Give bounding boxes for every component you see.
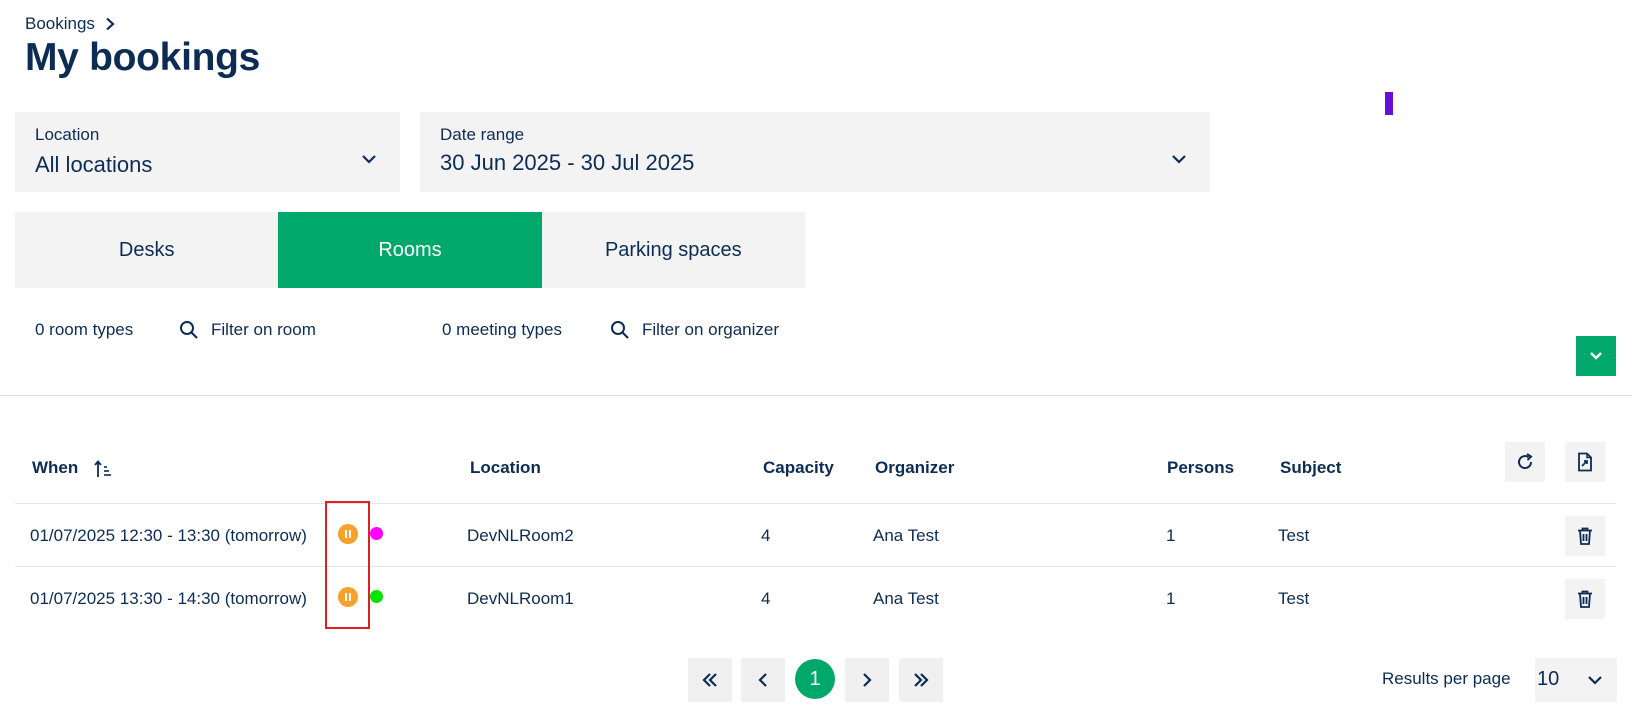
- double-chevron-right-icon: [914, 673, 929, 687]
- date-range-value: 30 Jun 2025 - 30 Jul 2025: [440, 150, 695, 175]
- collapse-filters-button[interactable]: [1576, 336, 1616, 376]
- cell-capacity: 4: [761, 526, 771, 545]
- status-dot: [370, 527, 383, 540]
- search-icon: [611, 321, 629, 339]
- double-chevron-left-icon: [702, 673, 717, 687]
- date-range-select[interactable]: Date range 30 Jun 2025 - 30 Jul 2025: [420, 112, 1210, 192]
- purple-marker: [1385, 92, 1393, 115]
- chevron-right-icon: [863, 673, 872, 687]
- filter-organizer-input[interactable]: Filter on organizer: [610, 320, 779, 340]
- page-title: My bookings: [25, 36, 261, 79]
- delete-booking-button[interactable]: [1565, 516, 1605, 556]
- search-icon: [180, 321, 198, 339]
- chevron-down-icon: [1590, 352, 1602, 360]
- cell-location: DevNLRoom2: [467, 526, 574, 545]
- date-range-label: Date range: [440, 125, 525, 144]
- cell-subject: Test: [1278, 589, 1310, 608]
- chevron-down-icon: [1172, 155, 1186, 164]
- breadcrumb-bookings[interactable]: Bookings: [25, 14, 95, 34]
- row-divider: [15, 503, 1616, 504]
- refresh-button[interactable]: [1505, 442, 1545, 482]
- page-1-button[interactable]: 1: [795, 659, 835, 699]
- delete-booking-button[interactable]: [1565, 579, 1605, 619]
- filter-room-placeholder: Filter on room: [211, 320, 316, 339]
- chevron-right-icon: [106, 17, 115, 31]
- cell-when: 01/07/2025 13:30 - 14:30 (tomorrow): [30, 589, 307, 608]
- column-header-persons[interactable]: Persons: [1167, 458, 1234, 478]
- tab-desks[interactable]: Desks: [15, 212, 278, 288]
- trash-icon: [1578, 527, 1592, 545]
- cell-persons: 1: [1166, 526, 1176, 545]
- breadcrumb[interactable]: Bookings: [25, 13, 117, 35]
- filter-room-input[interactable]: Filter on room: [179, 320, 316, 340]
- refresh-icon: [1518, 453, 1533, 470]
- chevron-down-icon: [362, 155, 376, 164]
- sort-ascending-icon[interactable]: [93, 459, 113, 479]
- meeting-types-filter[interactable]: 0 meeting types: [442, 320, 562, 340]
- cell-capacity: 4: [761, 589, 771, 608]
- cell-subject: Test: [1278, 526, 1310, 545]
- previous-page-button[interactable]: [741, 658, 785, 702]
- filter-organizer-placeholder: Filter on organizer: [642, 320, 780, 339]
- highlight-box: [325, 501, 370, 629]
- last-page-button[interactable]: [899, 658, 943, 702]
- column-header-when[interactable]: When: [32, 458, 113, 479]
- column-header-subject[interactable]: Subject: [1280, 458, 1341, 478]
- tab-rooms[interactable]: Rooms: [278, 212, 542, 288]
- chevron-down-icon: [1588, 676, 1602, 685]
- column-header-location[interactable]: Location: [470, 458, 541, 478]
- results-per-page-value: 10: [1537, 668, 1560, 690]
- trash-icon: [1578, 590, 1592, 608]
- results-per-page-label: Results per page: [1382, 669, 1511, 688]
- section-divider: [0, 395, 1632, 396]
- next-page-button[interactable]: [845, 658, 889, 702]
- column-header-when-label: When: [32, 458, 79, 477]
- column-header-organizer[interactable]: Organizer: [875, 458, 954, 478]
- status-dot: [370, 590, 383, 603]
- export-file-icon: [1578, 452, 1592, 472]
- first-page-button[interactable]: [688, 658, 732, 702]
- row-divider: [15, 566, 1616, 567]
- results-per-page-select[interactable]: 10: [1535, 658, 1617, 702]
- cell-organizer: Ana Test: [873, 589, 939, 608]
- export-button[interactable]: [1565, 442, 1605, 482]
- cell-location: DevNLRoom1: [467, 589, 574, 608]
- cell-persons: 1: [1166, 589, 1176, 608]
- column-header-capacity[interactable]: Capacity: [763, 458, 834, 478]
- resource-tabs: Desks Rooms Parking spaces: [15, 212, 805, 288]
- cell-organizer: Ana Test: [873, 526, 939, 545]
- tab-parking-spaces[interactable]: Parking spaces: [542, 212, 805, 288]
- room-types-filter[interactable]: 0 room types: [35, 320, 133, 340]
- location-value: All locations: [35, 152, 153, 177]
- location-label: Location: [35, 125, 100, 144]
- chevron-left-icon: [758, 673, 767, 687]
- location-select[interactable]: Location All locations: [15, 112, 400, 192]
- cell-when: 01/07/2025 12:30 - 13:30 (tomorrow): [30, 526, 307, 545]
